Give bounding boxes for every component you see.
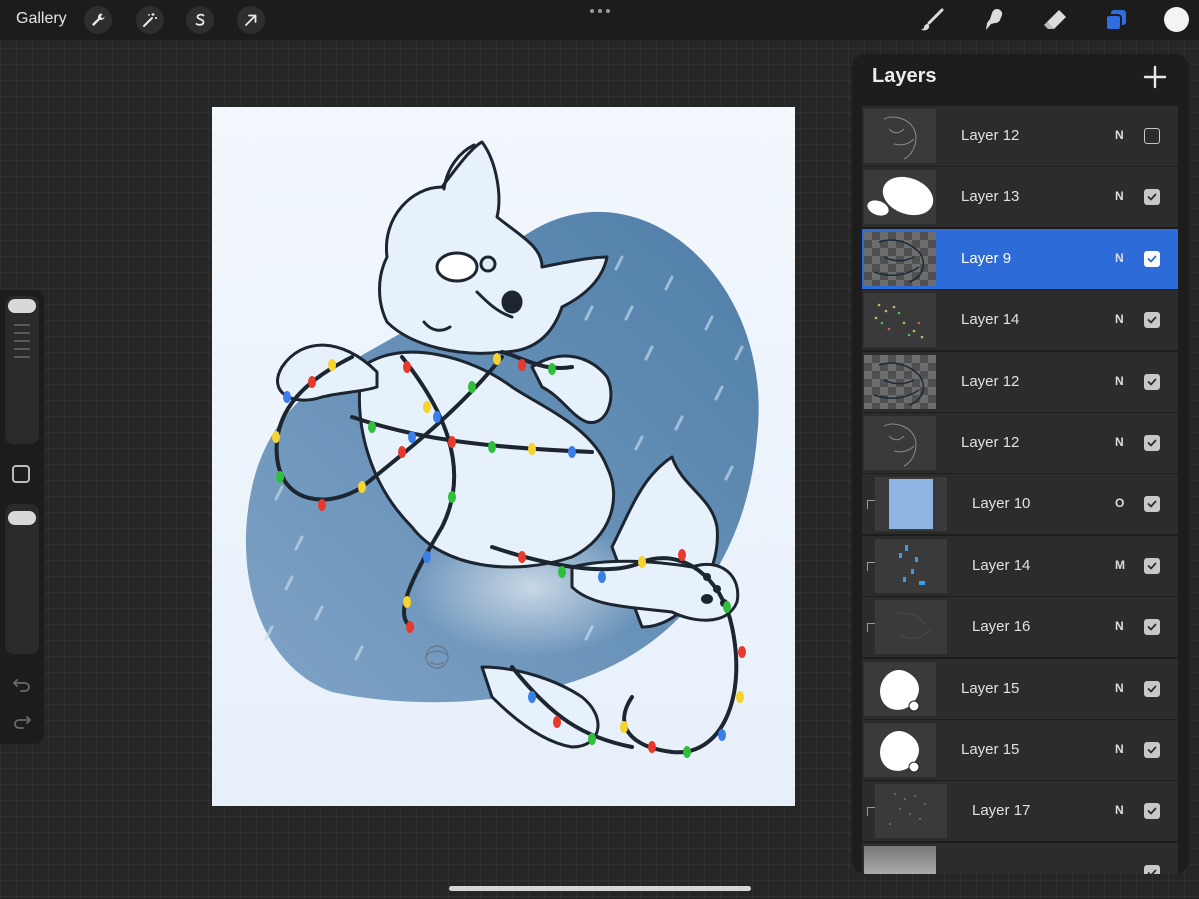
visibility-checkbox[interactable]	[1144, 803, 1160, 820]
blend-mode-button[interactable]: N	[1115, 803, 1124, 817]
slider-tick	[14, 356, 30, 358]
layer-thumbnail[interactable]	[864, 661, 936, 716]
brush-icon[interactable]	[918, 6, 946, 34]
layer-row[interactable]: Layer 10 O	[862, 474, 1178, 535]
layer-name: Layer 14	[961, 311, 1020, 329]
layer-thumbnail[interactable]	[864, 354, 936, 409]
blend-mode-button[interactable]: N	[1115, 619, 1124, 633]
drawing-canvas[interactable]	[212, 107, 795, 806]
undo-icon[interactable]	[11, 673, 33, 695]
opacity-slider[interactable]	[5, 504, 39, 654]
magic-wand-icon[interactable]	[136, 6, 164, 34]
slider-tick	[14, 332, 30, 334]
artwork	[212, 107, 795, 806]
layer-thumbnail[interactable]	[875, 600, 947, 655]
eraser-icon[interactable]	[1041, 6, 1069, 34]
visibility-checkbox[interactable]	[1144, 557, 1160, 574]
arrow-cursor-icon[interactable]	[237, 6, 265, 34]
blend-mode-button[interactable]: N	[1115, 742, 1124, 756]
layer-thumbnail[interactable]	[864, 845, 936, 874]
square-icon[interactable]	[12, 465, 30, 483]
blend-mode-button[interactable]: N	[1115, 374, 1124, 388]
layer-row[interactable]: Layer 12 N	[862, 106, 1178, 166]
layer-row[interactable]: Layer 12 N	[862, 351, 1178, 412]
layers-title: Layers	[872, 65, 937, 87]
layer-name: Layer 13	[961, 188, 1020, 206]
layer-name: Layer 12	[961, 433, 1020, 451]
top-toolbar: Gallery	[0, 0, 1199, 40]
layer-thumbnail[interactable]	[864, 109, 936, 163]
layer-row[interactable]: Layer 17 N	[862, 781, 1178, 842]
visibility-checkbox[interactable]	[1144, 496, 1160, 513]
visibility-checkbox[interactable]	[1144, 250, 1160, 267]
layer-name: Layer 15	[961, 740, 1020, 758]
layer-name: Layer 12	[961, 127, 1020, 144]
layer-thumbnail[interactable]	[864, 231, 936, 286]
visibility-checkbox[interactable]	[1144, 373, 1160, 390]
layers-icon[interactable]	[1102, 6, 1130, 34]
layer-row[interactable]: Layer 14 N	[862, 290, 1178, 351]
visibility-checkbox[interactable]	[1144, 680, 1160, 697]
slider-tick	[14, 324, 30, 326]
layer-thumbnail[interactable]	[875, 784, 947, 839]
slider-tick	[14, 340, 30, 342]
smudge-icon[interactable]	[980, 6, 1008, 34]
layer-name: Layer 12	[961, 372, 1020, 390]
visibility-checkbox[interactable]	[1144, 312, 1160, 329]
layer-row[interactable]: Layer 14 M	[862, 535, 1178, 596]
layer-name: Layer 14	[972, 556, 1031, 574]
layer-name: Layer 16	[972, 618, 1031, 636]
opacity-handle[interactable]	[8, 511, 36, 525]
more-dots-icon[interactable]	[588, 6, 612, 16]
visibility-checkbox[interactable]	[1144, 128, 1160, 144]
visibility-checkbox[interactable]	[1144, 434, 1160, 451]
layer-row[interactable]: Layer 12 N	[862, 412, 1178, 473]
layer-name: Layer 9	[961, 249, 1012, 267]
blend-mode-button[interactable]: N	[1115, 189, 1124, 203]
layer-row[interactable]: Layer 16 N	[862, 597, 1178, 658]
layer-thumbnail[interactable]	[864, 293, 936, 348]
layer-thumbnail[interactable]	[864, 415, 936, 470]
visibility-checkbox[interactable]	[1144, 189, 1160, 206]
layer-row[interactable]: Layer 15 N	[862, 719, 1178, 780]
blend-mode-button[interactable]: O	[1115, 496, 1124, 510]
visibility-checkbox[interactable]	[1144, 864, 1160, 874]
layer-name: Layer 10	[972, 495, 1031, 513]
layer-name: Layer 15	[961, 679, 1020, 697]
layer-thumbnail[interactable]	[875, 477, 947, 532]
gallery-button[interactable]: Gallery	[16, 10, 67, 28]
layer-name: Layer 17	[972, 802, 1031, 820]
wrench-icon[interactable]	[84, 6, 112, 34]
layers-panel: Layers Layer 12 N Layer 13 N Layer 9 N Layer 1…	[852, 54, 1189, 874]
visibility-checkbox[interactable]	[1144, 619, 1160, 636]
blend-mode-button[interactable]: N	[1115, 128, 1124, 142]
blend-mode-button[interactable]: N	[1115, 435, 1124, 449]
layer-row[interactable]: Layer 9 N	[862, 228, 1178, 289]
blend-mode-button[interactable]: N	[1115, 681, 1124, 695]
layer-thumbnail[interactable]	[864, 722, 936, 777]
blend-mode-button[interactable]: N	[1115, 312, 1124, 326]
layer-list: Layer 12 N Layer 13 N Layer 9 N Layer 14 N Layer…	[862, 106, 1178, 874]
layer-row[interactable]: Layer 15 N	[862, 658, 1178, 719]
home-indicator	[449, 886, 751, 891]
layer-thumbnail[interactable]	[864, 170, 936, 225]
blend-mode-button[interactable]: N	[1115, 251, 1124, 265]
blend-mode-button[interactable]: M	[1115, 558, 1125, 572]
selection-s-icon[interactable]	[186, 6, 214, 34]
layer-row[interactable]	[862, 842, 1178, 874]
visibility-checkbox[interactable]	[1144, 741, 1160, 758]
redo-icon[interactable]	[11, 710, 33, 732]
plus-icon[interactable]	[1142, 64, 1168, 90]
brush-size-slider[interactable]	[5, 296, 39, 444]
layer-row[interactable]: Layer 13 N	[862, 167, 1178, 228]
brush-size-handle[interactable]	[8, 299, 36, 313]
slider-tick	[14, 348, 30, 350]
color-picker-swatch[interactable]	[1164, 7, 1189, 32]
layer-thumbnail[interactable]	[875, 538, 947, 593]
left-sidebar	[0, 290, 44, 744]
